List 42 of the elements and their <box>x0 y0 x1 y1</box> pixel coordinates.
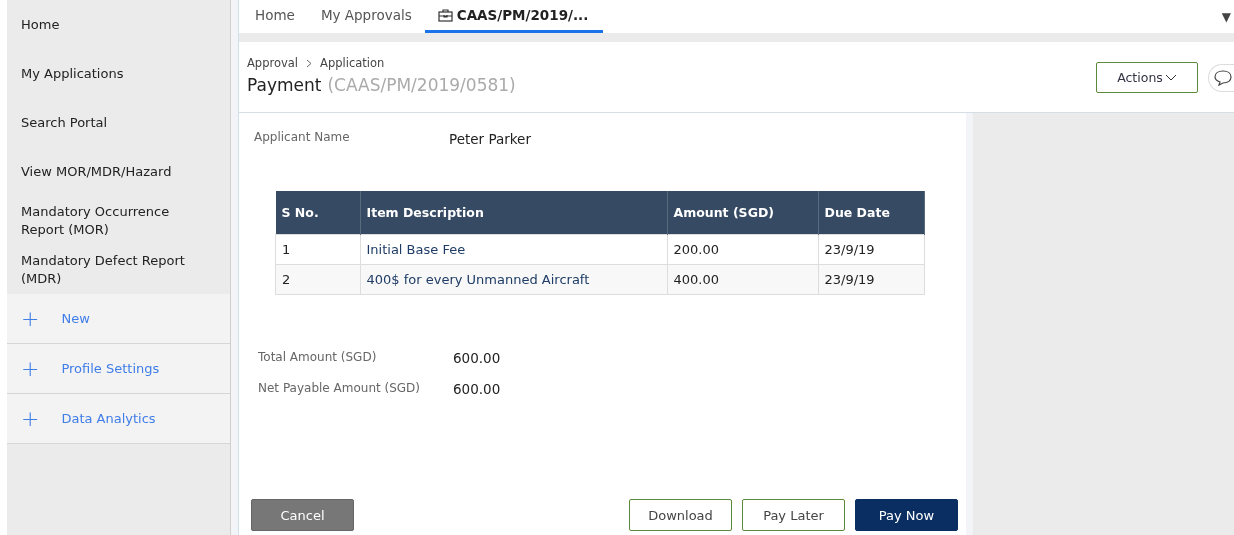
dropdown-icon[interactable]: ▼ <box>1221 9 1231 24</box>
table-cell: Initial Base Fee <box>360 234 667 265</box>
action-button[interactable]: Pay Later <box>742 499 845 531</box>
briefcase-icon <box>437 8 453 22</box>
table-cell: 1 <box>275 234 360 265</box>
field-label: Net Payable Amount (SGD) <box>258 381 422 397</box>
action-button[interactable]: Cancel <box>251 499 354 531</box>
table-cell: 23/9/19 <box>818 264 925 295</box>
field-value: 600.00 <box>453 381 501 397</box>
table-cell: 400$ for every Unmanned Aircraft <box>360 264 667 295</box>
sidebar-item[interactable]: Search Portal <box>7 98 230 147</box>
column-header: Item Description <box>360 191 667 235</box>
field-value: 600.00 <box>453 350 501 366</box>
sidebar-section[interactable]: + Profile Settings <box>7 344 230 394</box>
breadcrumb-link[interactable]: Approval <box>247 56 299 70</box>
action-button[interactable]: Download <box>629 499 732 531</box>
table-cell: 200.00 <box>667 234 818 265</box>
column-header: Due Date <box>818 191 925 235</box>
case-id: (CAAS/PM/2019/0581) <box>327 75 516 95</box>
sidebar-item[interactable]: View MOR/MDR/Hazard <box>7 147 230 196</box>
page-title: Payment <box>247 75 322 95</box>
chevron-icon <box>306 58 313 68</box>
sidebar-section[interactable]: + New <box>7 294 230 344</box>
column-header: Amount (SGD) <box>667 191 818 235</box>
column-header: S No. <box>275 191 360 235</box>
field-value: Peter Parker <box>449 131 531 147</box>
sidebar-item[interactable]: Mandatory Defect Report (MDR) <box>7 245 230 294</box>
field-label: Total Amount (SGD) <box>258 350 378 366</box>
breadcrumb-link[interactable]: Application <box>320 56 385 70</box>
field-label: Applicant Name <box>254 130 351 146</box>
table-cell: 2 <box>275 264 360 295</box>
table-cell: 400.00 <box>667 264 818 295</box>
actions-button[interactable]: Actions <box>1096 62 1198 93</box>
table-cell: 23/9/19 <box>818 234 925 265</box>
sidebar-item[interactable]: My Applications <box>7 49 230 98</box>
action-button[interactable]: Pay Now <box>855 499 958 531</box>
sidebar-item[interactable]: Mandatory Occurrence Report (MOR) <box>7 196 230 245</box>
tab[interactable]: My Approvals <box>307 0 425 33</box>
tab[interactable]: Home <box>242 0 308 33</box>
chevron-down-icon <box>1164 73 1177 82</box>
sidebar-item[interactable]: Home <box>7 0 230 49</box>
sidebar-section[interactable]: + Data Analytics <box>7 394 230 444</box>
